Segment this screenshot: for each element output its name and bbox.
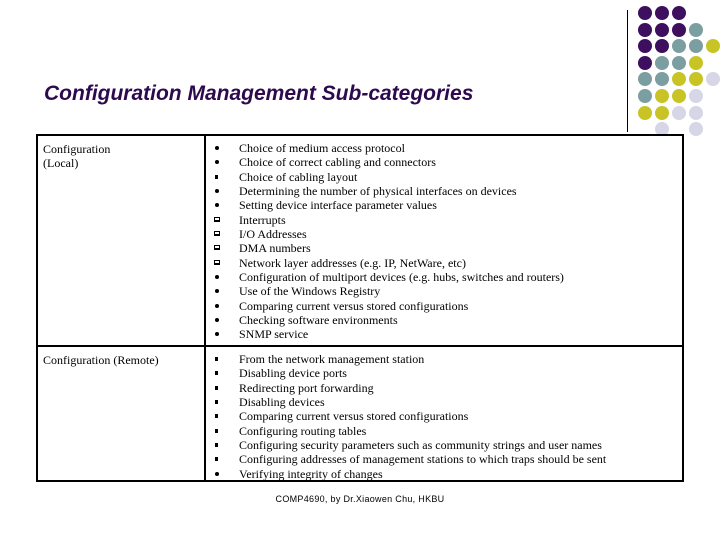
category-line: Configuration (43, 142, 111, 156)
list-item: Configuration of multiport devices (e.g.… (206, 270, 682, 284)
decorative-dot (689, 72, 703, 87)
list-item-text: Configuring security parameters such as … (239, 438, 602, 453)
decorative-dot (672, 39, 686, 54)
list-item: Choice of cabling layout (206, 170, 682, 184)
decorative-dot (672, 22, 686, 37)
list-item: Configuring security parameters such as … (206, 438, 682, 452)
list-item-text: Disabling device ports (239, 366, 347, 381)
list-item: Configuring addresses of management stat… (206, 452, 682, 466)
decorative-dot (638, 22, 652, 37)
list-item: DMA numbers (206, 241, 682, 255)
decorative-dot (689, 55, 703, 70)
decorative-dot (672, 105, 686, 120)
decorative-vertical-line (627, 10, 628, 132)
slide-title: Configuration Management Sub-categories (44, 82, 474, 105)
list-item-text: Configuration of multiport devices (e.g.… (239, 270, 564, 285)
list-item-text: Disabling devices (239, 395, 325, 410)
decorative-dot (655, 6, 669, 20)
list-item-text: Choice of correct cabling and connectors (239, 155, 436, 170)
list-item: Redirecting port forwarding (206, 381, 682, 395)
list-item-text: SNMP service (239, 327, 309, 342)
decorative-dot (655, 89, 669, 103)
decorative-dot (706, 72, 720, 87)
decorative-dot (638, 6, 652, 20)
decorative-dot (638, 105, 652, 120)
category-line: Configuration (Remote) (43, 353, 159, 367)
list-item-text: Interrupts (239, 212, 286, 227)
list-item-text: Checking software environments (239, 313, 398, 328)
decorative-dot (706, 39, 720, 54)
decorative-dot (638, 55, 652, 70)
decorative-dot (655, 72, 669, 87)
subcategory-table: Configuration (Local) Choice of medium a… (36, 134, 684, 482)
list-item-text: Redirecting port forwarding (239, 380, 374, 395)
list-item-text: DMA numbers (239, 241, 311, 256)
decorative-dot (689, 39, 703, 54)
list-item: Determining the number of physical inter… (206, 184, 682, 198)
decorative-dot (655, 55, 669, 70)
decorative-dot (638, 89, 652, 103)
decorative-dot (672, 55, 686, 70)
decorative-dot-grid (638, 6, 720, 137)
item-list: From the network management station Disab… (206, 352, 682, 481)
decorative-dot (672, 89, 686, 103)
decorative-dot (655, 39, 669, 54)
list-item: Choice of medium access protocol (206, 141, 682, 155)
decorative-dot (689, 89, 703, 103)
decorative-dot (655, 22, 669, 37)
list-item-text: Choice of medium access protocol (239, 141, 405, 155)
list-item: Configuring routing tables (206, 424, 682, 438)
list-item-text: I/O Addresses (239, 227, 307, 242)
table-row-local: Configuration (Local) Choice of medium a… (38, 136, 682, 347)
decorative-dot (689, 122, 703, 137)
decorative-dot (689, 105, 703, 120)
list-item-text: Network layer addresses (e.g. IP, NetWar… (239, 255, 466, 270)
list-item: Network layer addresses (e.g. IP, NetWar… (206, 256, 682, 270)
list-item: Comparing current versus stored configur… (206, 409, 682, 423)
list-item-text: Choice of cabling layout (239, 169, 358, 184)
list-item: Use of the Windows Registry (206, 284, 682, 298)
list-item: From the network management station (206, 352, 682, 366)
list-item-text: Determining the number of physical inter… (239, 184, 517, 199)
decorative-dot (672, 6, 686, 20)
list-item: Setting device interface parameter value… (206, 198, 682, 212)
category-cell: Configuration (Local) (43, 142, 198, 171)
list-item: Disabling device ports (206, 366, 682, 380)
decorative-dot (655, 105, 669, 120)
list-item: Interrupts (206, 213, 682, 227)
list-item: Comparing current versus stored configur… (206, 299, 682, 313)
slide-footer: COMP4690, by Dr.Xiaowen Chu, HKBU (275, 494, 445, 504)
list-item: Choice of correct cabling and connectors (206, 155, 682, 169)
decorative-dot (672, 72, 686, 87)
list-item-text: Use of the Windows Registry (239, 284, 381, 299)
list-item-text: Configuring addresses of management stat… (239, 452, 607, 467)
list-item-text: From the network management station (239, 352, 425, 366)
list-item: Checking software environments (206, 313, 682, 327)
decorative-dot (638, 39, 652, 54)
list-item: SNMP service (206, 327, 682, 341)
list-item-text: Verifying integrity of changes (239, 466, 383, 481)
list-item-text: Comparing current versus stored configur… (239, 298, 469, 313)
list-item-text: Configuring routing tables (239, 423, 367, 438)
item-list: Choice of medium access protocol Choice o… (206, 141, 682, 342)
category-line: (Local) (43, 156, 79, 171)
list-item: Verifying integrity of changes (206, 467, 682, 481)
decorative-dot (638, 72, 652, 87)
category-cell: Configuration (Remote) (43, 353, 198, 367)
decorative-dot (689, 22, 703, 37)
table-row-remote: Configuration (Remote) From the network … (38, 347, 682, 482)
list-item-text: Comparing current versus stored configur… (239, 409, 469, 424)
list-item: Disabling devices (206, 395, 682, 409)
list-item: I/O Addresses (206, 227, 682, 241)
list-item-text: Setting device interface parameter value… (239, 198, 437, 213)
